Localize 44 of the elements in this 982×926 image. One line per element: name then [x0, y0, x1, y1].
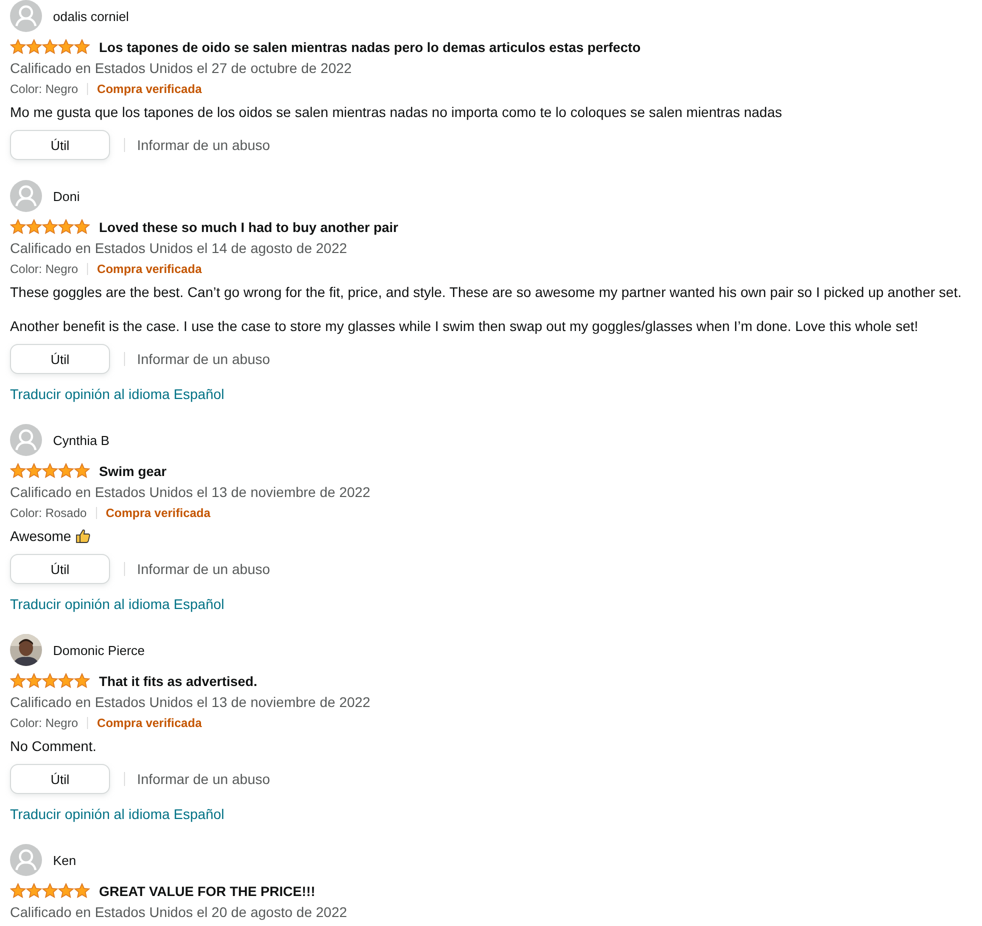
report-abuse-link[interactable]: Informar de un abuso — [137, 561, 270, 577]
review-date: Calificado en Estados Unidos el 13 de noviembre de 2022 — [10, 483, 372, 502]
review-text: Another benefit is the case. I use the case to store my glasses while I swim then swap out my goggles/glasses when I’m done. Love this whole set! — [10, 317, 918, 336]
helpful-button[interactable]: Útil — [10, 130, 110, 160]
thumbs-up-icon — [75, 528, 92, 544]
verified-purchase-label: Compra verificada — [97, 82, 202, 96]
variant-label[interactable]: Color: Rosado — [10, 506, 87, 520]
review-title[interactable]: GREAT VALUE FOR THE PRICE!!! — [99, 884, 316, 898]
translate-link[interactable]: Traducir opinión al idioma Español — [10, 386, 224, 402]
verified-purchase-label: Compra verificada — [97, 262, 202, 276]
review-title[interactable]: That it fits as advertised. — [99, 674, 258, 688]
verified-purchase-label: Compra verificada — [106, 506, 210, 520]
review-text: Awesome — [10, 527, 72, 546]
review-title[interactable]: Swim gear — [99, 464, 167, 478]
helpful-button[interactable]: Útil — [10, 554, 110, 584]
verified-purchase-label: Compra verificada — [97, 716, 202, 730]
review-date: Calificado en Estados Unidos el 13 de noviembre de 2022 — [10, 693, 372, 712]
translate-link[interactable]: Traducir opinión al idioma Español — [10, 806, 224, 822]
reviewer-name[interactable]: Ken — [53, 852, 76, 868]
variant-label[interactable]: Color: Negro — [10, 716, 78, 730]
variant-label[interactable]: Color: Negro — [10, 82, 78, 96]
avatar-icon — [10, 0, 42, 32]
variant-label[interactable]: Color: Negro — [10, 262, 78, 276]
report-abuse-link[interactable]: Informar de un abuso — [137, 351, 270, 367]
reviewer-name[interactable]: odalis corniel — [53, 8, 129, 24]
review-title[interactable]: Los tapones de oido se salen mientras nadas pero lo demas articulos estas perfecto — [99, 40, 641, 54]
report-abuse-link[interactable]: Informar de un abuso — [137, 771, 270, 787]
reviewer-name[interactable]: Domonic Pierce — [53, 642, 145, 658]
review-text: These goggles are the best. Can’t go wrong for the fit, price, and style. These are so awesome my partner wanted his own pair so I picked up another set. — [10, 283, 962, 302]
review-date: Calificado en Estados Unidos el 20 de agosto de 2022 — [10, 903, 348, 922]
avatar-icon — [10, 180, 42, 212]
review-date: Calificado en Estados Unidos el 27 de octubre de 2022 — [10, 59, 353, 78]
reviewer-name[interactable]: Cynthia B — [53, 432, 110, 448]
avatar-icon — [10, 424, 42, 456]
reviewer-name[interactable]: Doni — [53, 188, 80, 204]
review-date: Calificado en Estados Unidos el 14 de agosto de 2022 — [10, 239, 348, 258]
avatar-icon — [10, 844, 42, 876]
helpful-button[interactable]: Útil — [10, 764, 110, 794]
review-title[interactable]: Loved these so much I had to buy another pair — [99, 220, 398, 234]
translate-link[interactable]: Traducir opinión al idioma Español — [10, 596, 224, 612]
helpful-button[interactable]: Útil — [10, 344, 110, 374]
review-text: Mo me gusta que los tapones de los oidos se salen mientras nadas no importa como te lo coloques se salen mientras nadas — [10, 103, 782, 122]
report-abuse-link[interactable]: Informar de un abuso — [137, 137, 270, 153]
review-text: No Comment. — [10, 737, 96, 756]
